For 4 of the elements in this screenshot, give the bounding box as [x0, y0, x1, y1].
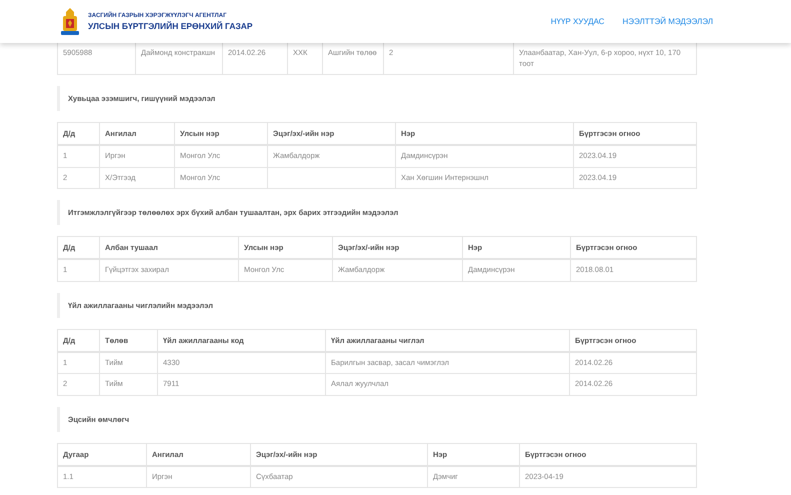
organization-name: УЛСЫН БҮРТГЭЛИЙН ЕРӨНХИЙ ГАЗАР: [88, 20, 253, 30]
emblem-logo-icon: [60, 6, 80, 36]
nav-link[interactable]: НЭЭЛТТЭЙ МЭДЭЭЛЭЛ: [622, 17, 713, 26]
nav-link[interactable]: НҮҮР ХУУДАС: [550, 17, 604, 26]
